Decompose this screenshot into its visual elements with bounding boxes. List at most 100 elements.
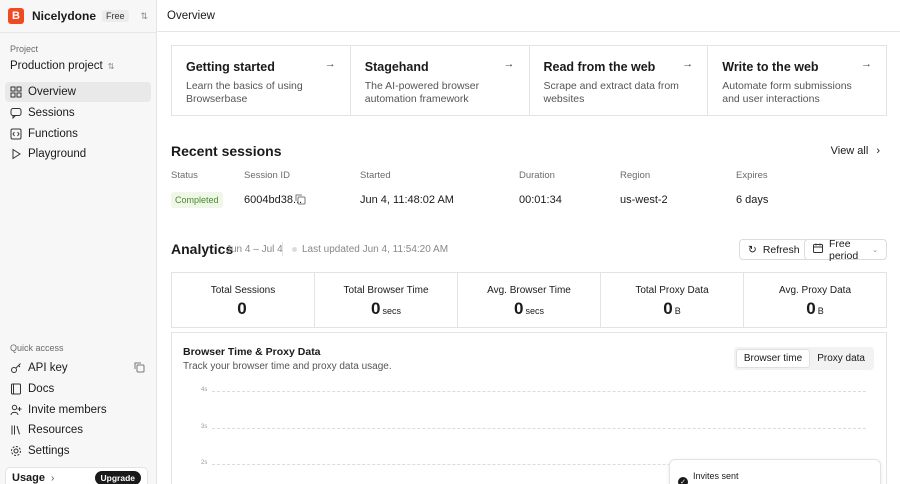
stat-value: 0 — [371, 299, 381, 318]
period-select[interactable]: Free period ⌄ — [804, 237, 887, 262]
panel-title: Browser Time & Proxy Data — [183, 346, 321, 358]
card-title: Write to the web — [722, 60, 819, 74]
browserbase-logo: B — [8, 8, 24, 24]
nav-item-resources[interactable]: Resources — [5, 420, 151, 440]
stat-label: Avg. Browser Time — [487, 285, 571, 296]
nav-item-label: Overview — [28, 86, 76, 98]
stat-unit: secs — [525, 306, 544, 316]
nav-item-invite-members[interactable]: Invite members — [5, 400, 151, 420]
page-title: Overview — [167, 9, 215, 22]
refresh-button[interactable]: ↻ Refresh — [739, 239, 809, 260]
grid-line — [212, 428, 866, 429]
card-description: The AI-powered browser automation framew… — [364, 80, 480, 105]
nav-item-label: Docs — [28, 382, 55, 395]
sidebar-divider — [0, 32, 156, 33]
session-expires: 6 days — [736, 194, 769, 206]
chevron-right-icon: › — [51, 472, 55, 484]
upgrade-button[interactable]: Upgrade — [94, 471, 141, 484]
card-title: Getting started — [186, 60, 275, 74]
refresh-label: Refresh — [762, 243, 800, 256]
nav-item-label: Sessions — [28, 106, 75, 119]
usage-bar[interactable]: Usage › Upgrade — [5, 467, 148, 484]
analytics-date-range: Jun 4 – Jul 4 — [226, 244, 283, 255]
view-all-label: View all — [830, 145, 869, 157]
copy-icon[interactable] — [134, 362, 145, 373]
card-getting-started[interactable]: Getting started Learn the basics of usin… — [172, 46, 351, 115]
quick-access-nav: API key Docs Invite members Resources Se… — [5, 358, 151, 462]
calendar-icon — [813, 243, 823, 256]
nav-item-sessions[interactable]: Sessions — [5, 103, 151, 123]
toast-notification: ✓ Invites sent — [669, 459, 881, 484]
view-all-link[interactable]: View all › — [831, 145, 880, 157]
play-icon — [10, 148, 22, 160]
period-label: Free period — [829, 237, 859, 262]
last-updated: Last updated Jun 4, 11:54:20 AM — [292, 244, 448, 255]
panel-subtitle: Track your browser time and proxy data u… — [183, 361, 392, 372]
stat-unit: B — [817, 306, 824, 316]
nav-item-functions[interactable]: Functions — [5, 124, 151, 144]
copy-icon[interactable] — [295, 194, 306, 205]
stat-value-row: 0 — [172, 299, 314, 319]
stat-label: Total Proxy Data — [635, 285, 709, 296]
stats-row: Total Sessions 0 Total Browser Time 0 sec… — [171, 272, 887, 328]
stat-value-row: 0B — [744, 299, 886, 319]
stat-value-row: 0 secs — [315, 299, 457, 319]
y-tick-label: 2s — [201, 460, 208, 466]
nav-item-settings[interactable]: Settings — [5, 441, 151, 461]
project-select[interactable]: Production project ⇅ — [10, 60, 114, 72]
org-switcher[interactable]: B Nicelydone Free ⇅ — [8, 7, 148, 25]
status-dot-icon — [292, 247, 297, 252]
card-write-to-web[interactable]: Write to the web Automate form submissio… — [708, 46, 886, 115]
toast-text: Invites sent — [693, 471, 739, 481]
tab-proxy-data[interactable]: Proxy data — [810, 349, 872, 368]
grid-icon — [10, 86, 22, 98]
nav-item-overview[interactable]: Overview — [5, 82, 151, 102]
stat-total-proxy-data: Total Proxy Data 0B — [601, 273, 744, 327]
card-read-from-web[interactable]: Read from the web Scrape and extract dat… — [529, 46, 709, 115]
card-title: Stagehand — [364, 60, 429, 74]
column-header-expires: Expires — [736, 170, 768, 181]
org-name: Nicelydone — [32, 9, 97, 23]
arrow-right-icon: → — [861, 58, 872, 70]
key-icon — [10, 362, 22, 374]
y-tick-label: 4s — [201, 387, 208, 393]
project-section-label: Project — [10, 44, 39, 54]
stat-avg-proxy-data: Avg. Proxy Data 0B — [744, 273, 886, 327]
chevron-updown-icon: ⇅ — [107, 61, 115, 71]
divider — [282, 242, 283, 256]
session-started: Jun 4, 11:48:02 AM — [360, 194, 454, 206]
column-header-status: Status — [171, 170, 198, 181]
chevron-down-icon: ⌄ — [872, 246, 878, 254]
nav-item-label: Invite members — [28, 403, 107, 416]
status-badge: Completed — [171, 192, 223, 208]
project-name: Production project — [10, 60, 103, 72]
analytics-title: Analytics — [171, 241, 234, 257]
stat-avg-browser-time: Avg. Browser Time 0 secs — [458, 273, 601, 327]
nav-item-playground[interactable]: Playground — [5, 144, 151, 164]
plan-badge: Free — [102, 10, 129, 22]
session-id[interactable]: 6004bd38... — [244, 194, 302, 206]
stat-unit: secs — [382, 306, 401, 316]
nav-item-api-key[interactable]: API key — [5, 358, 151, 378]
nav-item-label: Playground — [28, 148, 87, 161]
check-circle-icon: ✓ — [678, 477, 688, 484]
stat-value: 0 — [806, 299, 816, 318]
card-stagehand[interactable]: Stagehand The AI-powered browser automat… — [350, 46, 530, 115]
tab-browser-time[interactable]: Browser time — [735, 349, 811, 368]
refresh-icon: ↻ — [748, 243, 757, 256]
chat-icon — [10, 107, 22, 119]
sidebar: B Nicelydone Free ⇅ Project Production p… — [0, 0, 157, 484]
stat-label: Total Sessions — [210, 285, 276, 296]
nav-item-label: Functions — [28, 127, 78, 140]
grid-line — [212, 391, 866, 392]
book-icon — [10, 383, 22, 395]
nav-item-label: Resources — [28, 424, 83, 437]
stat-value-row: 0 secs — [458, 299, 600, 319]
main-nav: Overview Sessions Functions Playground — [5, 82, 151, 165]
nav-item-docs[interactable]: Docs — [5, 379, 151, 399]
top-bar: Overview — [157, 0, 900, 32]
y-tick-label: 3s — [201, 424, 208, 430]
column-header-session-id: Session ID — [244, 170, 290, 181]
card-description: Automate form submissions and user inter… — [722, 80, 852, 105]
stat-total-browser-time: Total Browser Time 0 secs — [315, 273, 458, 327]
